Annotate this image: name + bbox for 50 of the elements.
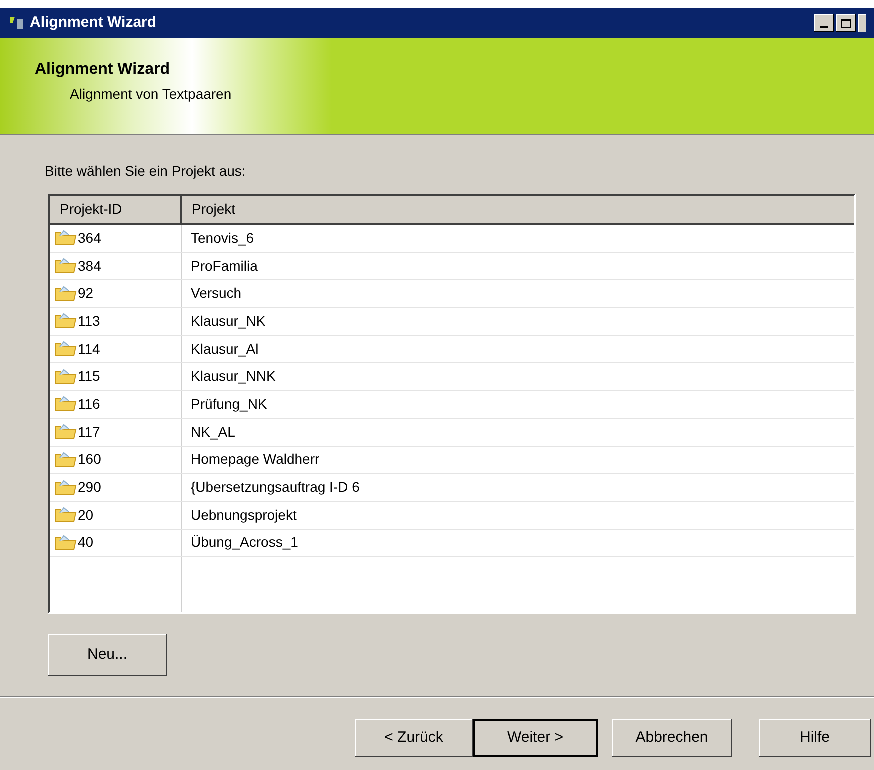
table-cell-text: 20: [78, 506, 94, 525]
new-button[interactable]: Neu...: [48, 634, 167, 676]
table-cell-text: 113: [78, 312, 100, 331]
table-cell-text: 92: [78, 284, 94, 304]
folder-icon: [55, 257, 77, 276]
folder-icon: [55, 395, 77, 414]
dialog-button[interactable]: Hilfe: [759, 719, 871, 757]
table-cell-text: Homepage Waldherr: [191, 450, 320, 470]
folder-icon: [55, 284, 77, 303]
window-title: Alignment Wizard: [30, 12, 157, 33]
folder-icon: [55, 229, 77, 248]
column-header[interactable]: Projekt-ID: [50, 196, 182, 223]
table-cell-text: Klausur_NK: [191, 312, 266, 331]
app-icon: [8, 15, 26, 31]
folder-icon: [55, 423, 77, 442]
table-cell-text: 384: [78, 256, 102, 276]
maximize-button[interactable]: [836, 14, 856, 32]
folder-icon: [55, 478, 77, 497]
table-cell-text: 290: [78, 478, 102, 498]
dialog-button[interactable]: Abbrechen: [612, 719, 732, 757]
table-cell-text: 114: [78, 340, 100, 359]
folder-icon: [55, 368, 77, 386]
folder-icon: [55, 312, 77, 330]
table-cell-text: Uebnungsprojekt: [191, 506, 297, 525]
table-cell-text: Klausur_Al: [191, 340, 259, 359]
column-header[interactable]: Projekt: [182, 196, 854, 223]
table-cell-text: Tenovis_6: [191, 228, 254, 248]
table-cell-text: Übung_Across_1: [191, 533, 298, 552]
dialog-button[interactable]: < Zurück: [355, 719, 473, 757]
table-cell-text: Klausur_NNK: [191, 367, 276, 386]
folder-icon: [55, 340, 77, 358]
minimize-button[interactable]: [814, 14, 834, 32]
folder-icon: [55, 506, 77, 524]
table-cell-text: ProFamilia: [191, 256, 258, 276]
table-cell-text: Prüfung_NK: [191, 394, 268, 414]
header-title: Alignment Wizard: [35, 60, 171, 80]
table-cell-text: {Ubersetzungsauftrag I-D 6: [191, 478, 360, 498]
folder-icon: [55, 450, 77, 469]
table-cell-text: NK_AL: [191, 422, 236, 442]
table-cell-text: 160: [78, 450, 102, 470]
table-cell-text: 115: [78, 367, 100, 386]
table-cell-text: Versuch: [191, 284, 242, 304]
prompt-text: Bitte wählen Sie ein Projekt aus:: [45, 162, 247, 181]
table-cell-text: 117: [78, 422, 100, 442]
folder-icon: [55, 534, 77, 552]
table-cell-text: 116: [78, 394, 100, 414]
table-cell-text: 364: [78, 228, 102, 248]
table-cell-text: 40: [78, 533, 94, 552]
header-subtitle: Alignment von Textpaaren: [69, 85, 233, 104]
dialog-button[interactable]: Weiter >: [473, 719, 598, 757]
